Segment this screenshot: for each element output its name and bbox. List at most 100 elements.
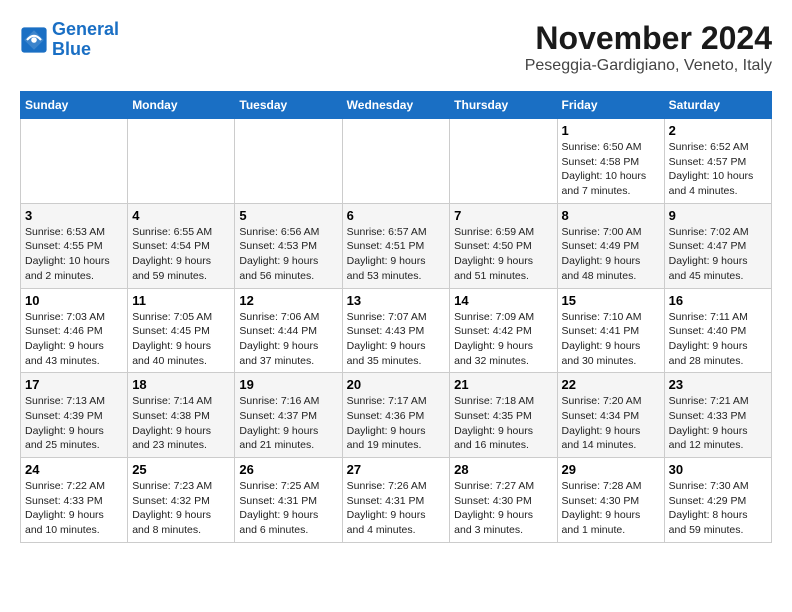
calendar-cell: 21Sunrise: 7:18 AM Sunset: 4:35 PM Dayli… (450, 373, 557, 458)
calendar-header-row: SundayMondayTuesdayWednesdayThursdayFrid… (21, 92, 772, 119)
day-info: Sunrise: 7:06 AM Sunset: 4:44 PM Dayligh… (239, 310, 337, 369)
day-number: 23 (669, 377, 767, 392)
day-info: Sunrise: 7:27 AM Sunset: 4:30 PM Dayligh… (454, 479, 552, 538)
day-info: Sunrise: 7:22 AM Sunset: 4:33 PM Dayligh… (25, 479, 123, 538)
day-info: Sunrise: 7:13 AM Sunset: 4:39 PM Dayligh… (25, 394, 123, 453)
logo-line2: Blue (52, 39, 91, 59)
day-number: 28 (454, 462, 552, 477)
day-number: 25 (132, 462, 230, 477)
day-info: Sunrise: 6:59 AM Sunset: 4:50 PM Dayligh… (454, 225, 552, 284)
weekday-header-wednesday: Wednesday (342, 92, 450, 119)
day-info: Sunrise: 7:23 AM Sunset: 4:32 PM Dayligh… (132, 479, 230, 538)
calendar-cell: 22 Sunrise: 7:20 AM Sunset: 4:34 PM Dayli… (557, 373, 664, 458)
day-info: Sunrise: 7:07 AM Sunset: 4:43 PM Dayligh… (347, 310, 446, 369)
calendar-cell (235, 119, 342, 204)
logo-line1: General (52, 19, 119, 39)
calendar-cell: 16 Sunrise: 7:11 AM Sunset: 4:40 PM Dayli… (664, 288, 771, 373)
day-info: Sunrise: 7:03 AM Sunset: 4:46 PM Dayligh… (25, 310, 123, 369)
day-info: Sunrise: 6:52 AM Sunset: 4:57 PM Dayligh… (669, 140, 767, 199)
calendar-cell: 26 Sunrise: 7:25 AM Sunset: 4:31 PM Dayli… (235, 458, 342, 543)
day-info: Sunrise: 7:02 AM Sunset: 4:47 PM Dayligh… (669, 225, 767, 284)
day-number: 27 (347, 462, 446, 477)
day-info: Sunrise: 7:00 AM Sunset: 4:49 PM Dayligh… (562, 225, 660, 284)
day-number: 22 (562, 377, 660, 392)
day-info: Sunrise: 6:56 AM Sunset: 4:53 PM Dayligh… (239, 225, 337, 284)
calendar-cell: 7 Sunrise: 6:59 AM Sunset: 4:50 PM Daylig… (450, 203, 557, 288)
day-number: 14 (454, 293, 552, 308)
day-info: Sunrise: 7:20 AM Sunset: 4:34 PM Dayligh… (562, 394, 660, 453)
calendar-cell: 24Sunrise: 7:22 AM Sunset: 4:33 PM Dayli… (21, 458, 128, 543)
day-number: 16 (669, 293, 767, 308)
day-number: 5 (239, 208, 337, 223)
day-number: 15 (562, 293, 660, 308)
day-info: Sunrise: 7:30 AM Sunset: 4:29 PM Dayligh… (669, 479, 767, 538)
calendar-cell: 4 Sunrise: 6:55 AM Sunset: 4:54 PM Daylig… (128, 203, 235, 288)
calendar-cell (342, 119, 450, 204)
day-number: 1 (562, 123, 660, 138)
weekday-header-saturday: Saturday (664, 92, 771, 119)
calendar-cell: 1 Sunrise: 6:50 AM Sunset: 4:58 PM Daylig… (557, 119, 664, 204)
day-number: 6 (347, 208, 446, 223)
calendar-week-5: 24Sunrise: 7:22 AM Sunset: 4:33 PM Dayli… (21, 458, 772, 543)
calendar-cell: 5 Sunrise: 6:56 AM Sunset: 4:53 PM Daylig… (235, 203, 342, 288)
day-info: Sunrise: 7:14 AM Sunset: 4:38 PM Dayligh… (132, 394, 230, 453)
calendar-cell (450, 119, 557, 204)
day-number: 17 (25, 377, 123, 392)
calendar-cell: 10 Sunrise: 7:03 AM Sunset: 4:46 PM Dayli… (21, 288, 128, 373)
calendar-cell: 11 Sunrise: 7:05 AM Sunset: 4:45 PM Dayli… (128, 288, 235, 373)
calendar-cell: 6 Sunrise: 6:57 AM Sunset: 4:51 PM Daylig… (342, 203, 450, 288)
calendar-week-1: 1 Sunrise: 6:50 AM Sunset: 4:58 PM Daylig… (21, 119, 772, 204)
day-number: 9 (669, 208, 767, 223)
day-number: 12 (239, 293, 337, 308)
calendar-cell: 9 Sunrise: 7:02 AM Sunset: 4:47 PM Daylig… (664, 203, 771, 288)
day-info: Sunrise: 6:55 AM Sunset: 4:54 PM Dayligh… (132, 225, 230, 284)
calendar-cell: 28 Sunrise: 7:27 AM Sunset: 4:30 PM Dayli… (450, 458, 557, 543)
calendar-table: SundayMondayTuesdayWednesdayThursdayFrid… (20, 91, 772, 543)
day-info: Sunrise: 7:17 AM Sunset: 4:36 PM Dayligh… (347, 394, 446, 453)
logo: General Blue (20, 20, 119, 60)
location-subtitle: Peseggia-Gardigiano, Veneto, Italy (525, 57, 772, 75)
calendar-cell: 25 Sunrise: 7:23 AM Sunset: 4:32 PM Dayli… (128, 458, 235, 543)
weekday-header-tuesday: Tuesday (235, 92, 342, 119)
calendar-cell: 29Sunrise: 7:28 AM Sunset: 4:30 PM Dayli… (557, 458, 664, 543)
day-number: 8 (562, 208, 660, 223)
day-info: Sunrise: 7:10 AM Sunset: 4:41 PM Dayligh… (562, 310, 660, 369)
weekday-header-monday: Monday (128, 92, 235, 119)
day-info: Sunrise: 7:05 AM Sunset: 4:45 PM Dayligh… (132, 310, 230, 369)
day-info: Sunrise: 6:50 AM Sunset: 4:58 PM Dayligh… (562, 140, 660, 199)
calendar-cell: 18 Sunrise: 7:14 AM Sunset: 4:38 PM Dayli… (128, 373, 235, 458)
day-number: 29 (562, 462, 660, 477)
calendar-cell: 23 Sunrise: 7:21 AM Sunset: 4:33 PM Dayli… (664, 373, 771, 458)
day-number: 3 (25, 208, 123, 223)
day-number: 20 (347, 377, 446, 392)
calendar-cell: 2Sunrise: 6:52 AM Sunset: 4:57 PM Daylig… (664, 119, 771, 204)
day-info: Sunrise: 6:57 AM Sunset: 4:51 PM Dayligh… (347, 225, 446, 284)
day-number: 26 (239, 462, 337, 477)
day-number: 4 (132, 208, 230, 223)
calendar-cell (21, 119, 128, 204)
day-info: Sunrise: 7:11 AM Sunset: 4:40 PM Dayligh… (669, 310, 767, 369)
calendar-cell: 27Sunrise: 7:26 AM Sunset: 4:31 PM Dayli… (342, 458, 450, 543)
day-info: Sunrise: 7:18 AM Sunset: 4:35 PM Dayligh… (454, 394, 552, 453)
calendar-cell (128, 119, 235, 204)
month-title: November 2024 (525, 20, 772, 57)
day-info: Sunrise: 7:25 AM Sunset: 4:31 PM Dayligh… (239, 479, 337, 538)
day-number: 10 (25, 293, 123, 308)
day-info: Sunrise: 7:09 AM Sunset: 4:42 PM Dayligh… (454, 310, 552, 369)
calendar-cell: 17 Sunrise: 7:13 AM Sunset: 4:39 PM Dayli… (21, 373, 128, 458)
day-number: 13 (347, 293, 446, 308)
calendar-cell: 13 Sunrise: 7:07 AM Sunset: 4:43 PM Dayli… (342, 288, 450, 373)
day-number: 7 (454, 208, 552, 223)
calendar-cell: 19 Sunrise: 7:16 AM Sunset: 4:37 PM Dayli… (235, 373, 342, 458)
weekday-header-thursday: Thursday (450, 92, 557, 119)
day-info: Sunrise: 7:21 AM Sunset: 4:33 PM Dayligh… (669, 394, 767, 453)
day-number: 18 (132, 377, 230, 392)
day-number: 11 (132, 293, 230, 308)
day-info: Sunrise: 7:16 AM Sunset: 4:37 PM Dayligh… (239, 394, 337, 453)
general-blue-icon (20, 26, 48, 54)
calendar-cell: 3Sunrise: 6:53 AM Sunset: 4:55 PM Daylig… (21, 203, 128, 288)
calendar-week-4: 17 Sunrise: 7:13 AM Sunset: 4:39 PM Dayli… (21, 373, 772, 458)
title-section: November 2024 Peseggia-Gardigiano, Venet… (525, 20, 772, 75)
day-number: 19 (239, 377, 337, 392)
calendar-week-2: 3Sunrise: 6:53 AM Sunset: 4:55 PM Daylig… (21, 203, 772, 288)
